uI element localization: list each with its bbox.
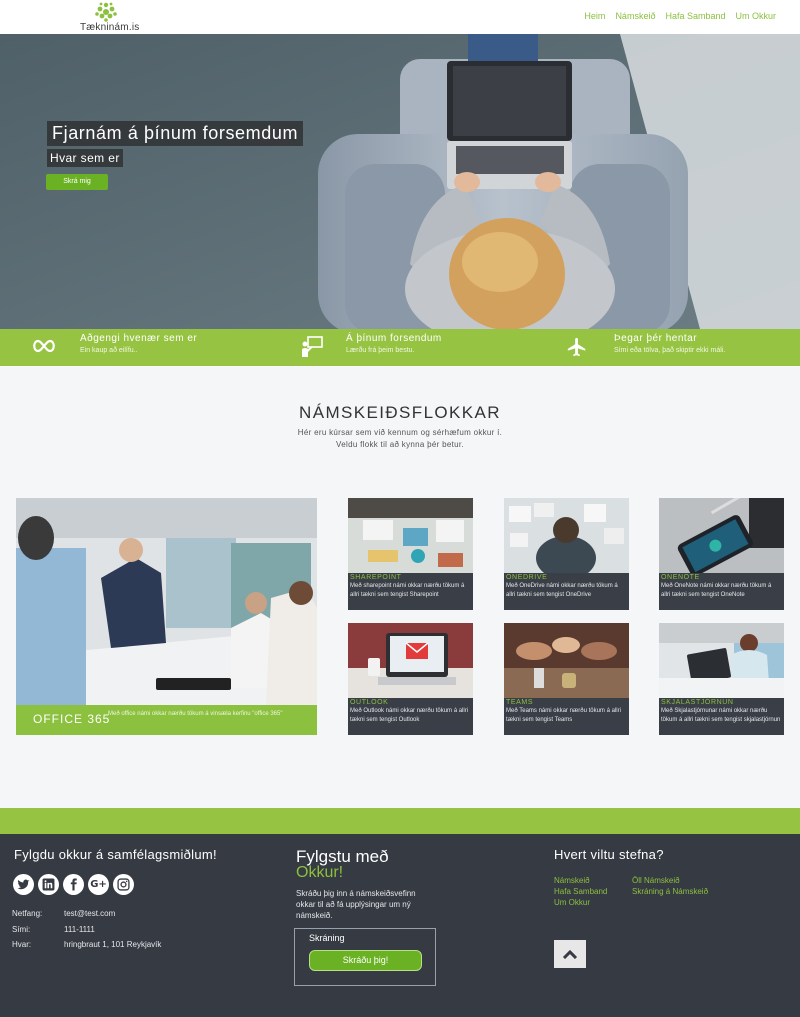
teams-image bbox=[504, 623, 629, 698]
linkedin-icon[interactable] bbox=[38, 874, 59, 895]
infinity-icon bbox=[33, 339, 55, 353]
sharepoint-card[interactable]: SHAREPOINT Með sharepoint námi okkar nær… bbox=[348, 498, 473, 610]
where-heading: Hvert viltu stefna? bbox=[554, 847, 664, 862]
card-title: TEAMS bbox=[506, 699, 534, 706]
hero-title: Fjarnám á þínum forsemdum bbox=[47, 121, 304, 146]
contact-label: Hvar: bbox=[12, 940, 32, 949]
sharepoint-image bbox=[348, 498, 473, 573]
feature-title: Aðgengi hvenær sem er bbox=[80, 333, 198, 344]
footer-link-courses[interactable]: Námskeið bbox=[554, 876, 590, 885]
hero-banner: Fjarnám á þínum forsemdum Hvar sem er Sk… bbox=[0, 34, 800, 329]
feature-title: Á þínum forsendum bbox=[346, 333, 442, 344]
onenote-card[interactable]: ONENOTE Með OneNote námi okkar nærðu tök… bbox=[659, 498, 784, 610]
feature-band: Aðgengi hvenær sem er Ein kaup að eilífu… bbox=[0, 329, 800, 366]
onedrive-card[interactable]: ONEDRIVE Með OneDrive námi okkar nærðu t… bbox=[504, 498, 629, 610]
nav-link-home[interactable]: Heim bbox=[584, 11, 605, 21]
office365-card[interactable]: OFFICE 365 Með office námi okkar nærðu t… bbox=[16, 498, 317, 735]
footer-link-contact[interactable]: Hafa Samband bbox=[554, 887, 607, 896]
categories-intro: Hér eru kúrsar sem við kennum og sérhæfu… bbox=[297, 428, 503, 437]
office365-title: OFFICE 365 bbox=[33, 712, 111, 726]
card-title: OUTLOOK bbox=[350, 699, 389, 706]
contact-phone: 111-1111 bbox=[64, 925, 95, 934]
hero-subtitle: Hvar sem er bbox=[47, 149, 123, 167]
card-desc: Með OneNote námi okkar nærðu tökum á all… bbox=[661, 583, 772, 598]
feature-item: Þegar þér hentar Sími eða tölva, það ski… bbox=[564, 329, 800, 366]
feature-item: Á þínum forsendum Lærðu frá þeim bestu. bbox=[298, 329, 538, 366]
card-desc: Með sharepoint námi okkar nærðu tökum á … bbox=[350, 583, 465, 598]
social-heading: Fylgdu okkur á samfélagsmiðlum! bbox=[14, 847, 217, 862]
nav-link-contact[interactable]: Hafa Samband bbox=[665, 11, 725, 21]
office365-desc: Með office námi okkar nærðu tökum á vins… bbox=[108, 711, 283, 717]
card-title: ONENOTE bbox=[661, 574, 700, 581]
office365-caption: OFFICE 365 Með office námi okkar nærðu t… bbox=[16, 705, 317, 735]
card-title: ONEDRIVE bbox=[506, 574, 548, 581]
follow-description: Skráðu þig inn á námskeiðsvefinn okkar t… bbox=[296, 889, 416, 920]
feature-title: Þegar þér hentar bbox=[614, 333, 698, 344]
nav-link-about[interactable]: Um Okkur bbox=[736, 11, 777, 21]
contact-address: hringbraut 1, 101 Reykjavík bbox=[64, 940, 162, 949]
categories-title: NÁMSKEIÐSFLOKKAR bbox=[299, 403, 501, 422]
nav-link-courses[interactable]: Námskeið bbox=[615, 11, 655, 21]
contact-address-row: Hvar: hringbraut 1, 101 Reykjavík bbox=[12, 940, 161, 949]
office-meeting-image bbox=[16, 498, 317, 705]
outlook-image bbox=[348, 623, 473, 698]
card-title: SKJALASTJÓRNUN bbox=[661, 699, 734, 706]
logo-text: Tækninám.is bbox=[80, 22, 140, 33]
contact-label: Sími: bbox=[12, 925, 31, 934]
skjalastjornun-card[interactable]: SKJALASTJÓRNUN Með Skjalastjórnunar námi… bbox=[659, 623, 784, 735]
contact-label: Netfang: bbox=[12, 909, 43, 918]
feature-desc: Ein kaup að eilífu.. bbox=[80, 347, 138, 354]
signup-hero-button[interactable]: Skrá mig bbox=[46, 174, 108, 190]
footer-link-about[interactable]: Um Okkur bbox=[554, 898, 590, 907]
scroll-to-top-button[interactable] bbox=[554, 940, 586, 968]
chevron-up-icon bbox=[562, 949, 578, 959]
teams-card[interactable]: TEAMS Með Teams námi okkar nærðu tökum á… bbox=[504, 623, 629, 735]
site-header: Tækninám.is Heim Námskeið Hafa Samband U… bbox=[0, 0, 800, 34]
footer-accent-band bbox=[0, 808, 800, 834]
google-plus-icon[interactable]: G+ bbox=[88, 874, 109, 895]
card-title: SHAREPOINT bbox=[350, 574, 402, 581]
site-logo[interactable]: Tækninám.is bbox=[80, 1, 140, 33]
outlook-card[interactable]: OUTLOOK Með Outlook námi okkar nærðu tök… bbox=[348, 623, 473, 735]
instagram-icon[interactable] bbox=[113, 874, 134, 895]
airplane-icon bbox=[567, 337, 586, 357]
feature-desc: Sími eða tölva, það skiptir ekki máli. bbox=[614, 347, 726, 354]
follow-heading-accent: Okkur! bbox=[296, 864, 344, 881]
card-desc: Með Teams námi okkar nærðu tökum á allri… bbox=[506, 708, 621, 723]
onedrive-image bbox=[504, 498, 629, 573]
twitter-icon[interactable] bbox=[13, 874, 34, 895]
facebook-icon[interactable] bbox=[63, 874, 84, 895]
contact-phone-row: Sími: 111-1111 bbox=[12, 925, 95, 934]
card-desc: Með Outlook námi okkar nærðu tökum á all… bbox=[350, 708, 469, 723]
logo-icon bbox=[95, 2, 117, 22]
contact-email-row: Netfang: test@test.com bbox=[12, 909, 115, 918]
card-desc: Með Skjalastjórnunar námi okkar nærðu tö… bbox=[661, 708, 781, 723]
skjalastjornun-image bbox=[659, 623, 784, 698]
footer-link-all-courses[interactable]: Öll Námskeið bbox=[632, 876, 680, 885]
hero-image bbox=[0, 34, 800, 329]
social-links: G+ bbox=[13, 874, 134, 895]
contact-email[interactable]: test@test.com bbox=[64, 909, 115, 918]
presentation-icon bbox=[302, 336, 323, 357]
footer-link-registration[interactable]: Skráning á Námskeið bbox=[632, 887, 708, 896]
feature-desc: Lærðu frá þeim bestu. bbox=[346, 347, 415, 354]
signup-button[interactable]: Skráðu þig! bbox=[309, 950, 422, 971]
feature-item: Aðgengi hvenær sem er Ein kaup að eilífu… bbox=[30, 329, 270, 366]
signup-box: Skráning Skráðu þig! bbox=[294, 928, 436, 986]
onenote-image bbox=[659, 498, 784, 573]
signup-label: Skráning bbox=[309, 933, 345, 943]
card-desc: Með OneDrive námi okkar nærðu tökum á al… bbox=[506, 583, 618, 598]
categories-intro: Veldu flokk til að kynna þér betur. bbox=[336, 440, 464, 449]
main-nav: Heim Námskeið Hafa Samband Um Okkur bbox=[584, 11, 776, 21]
